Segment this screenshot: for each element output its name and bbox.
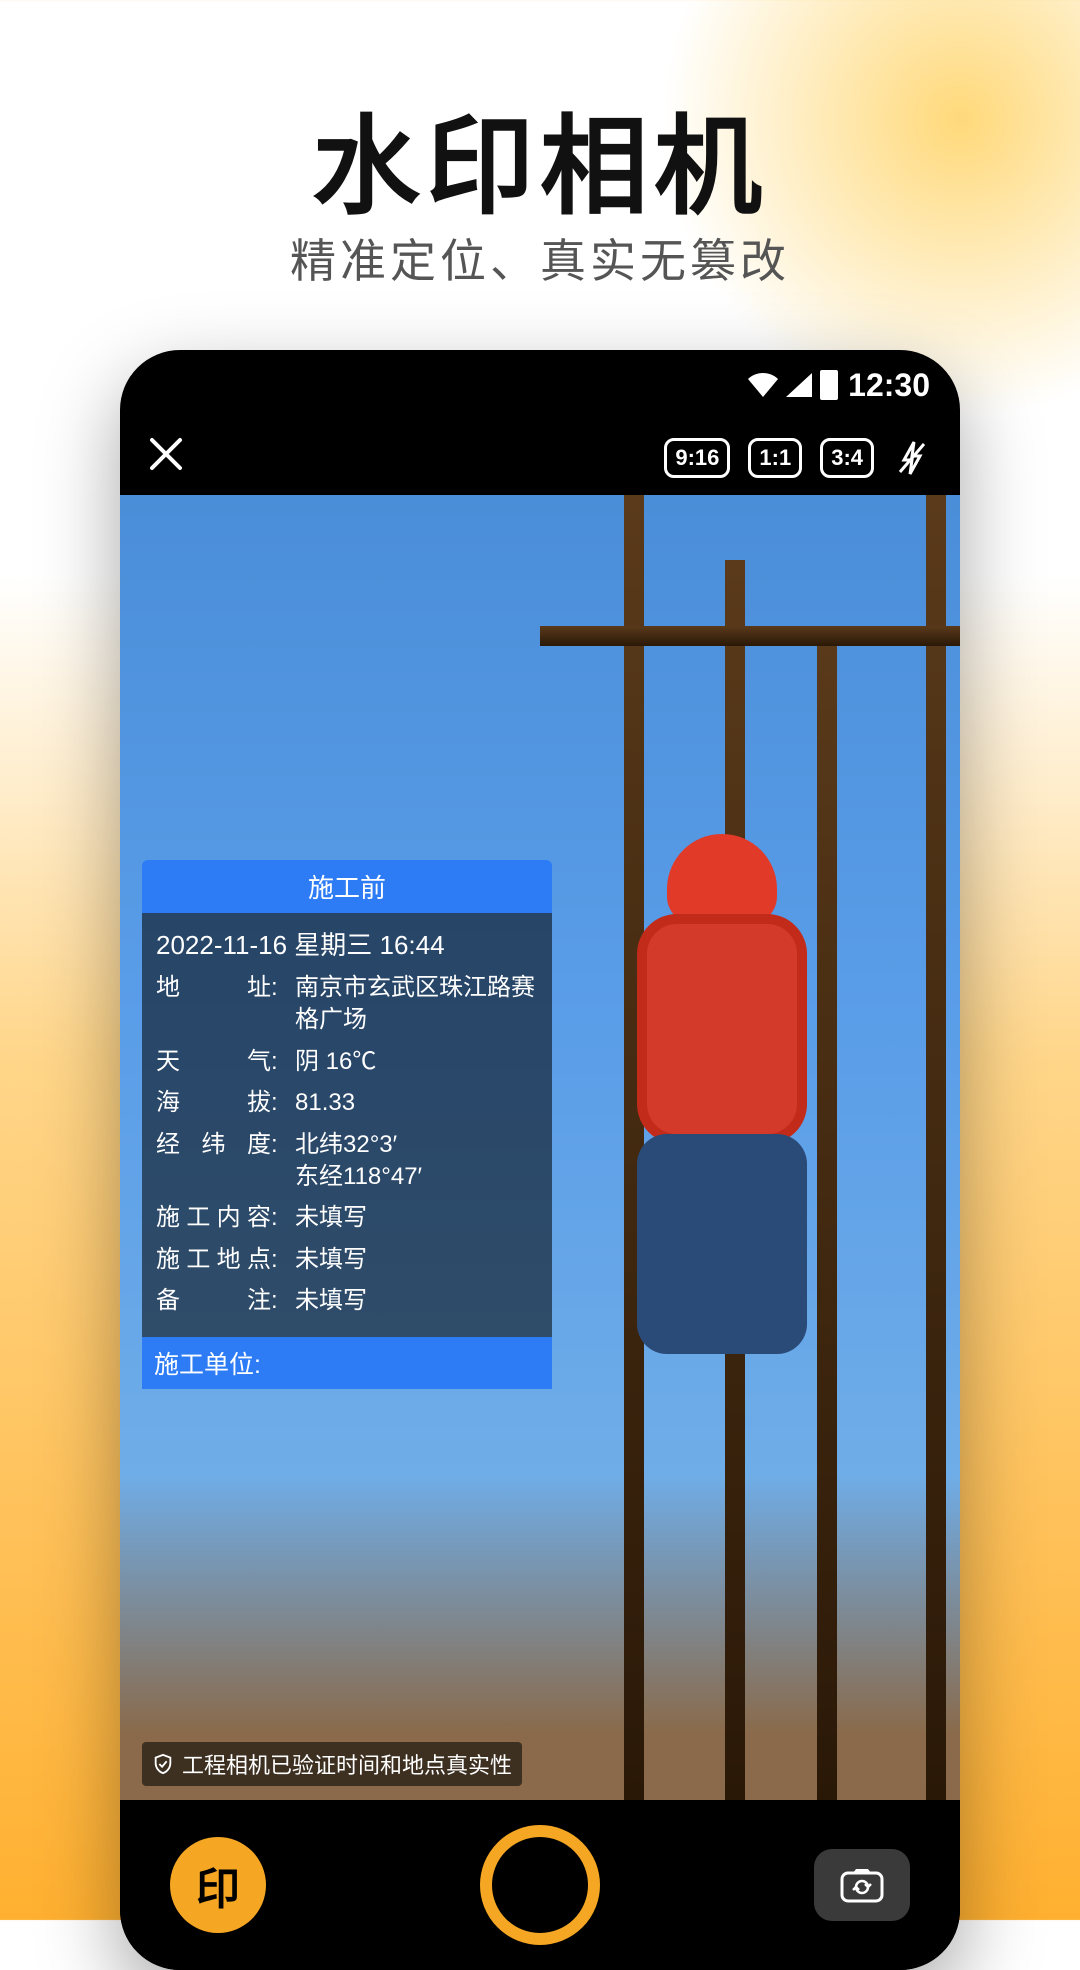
watermark-datetime: 2022-11-16 星期三 16:44	[156, 925, 538, 962]
watermark-row-address: 地 址 : 南京市玄武区珠江路赛格广场	[156, 972, 538, 1037]
status-time: 12:30	[848, 367, 930, 404]
camera-viewfinder[interactable]: 施工前 2022-11-16 星期三 16:44 地 址 : 南京市玄武区珠江路…	[120, 495, 960, 1800]
latlng-label: 经 纬 度	[156, 1129, 271, 1194]
camera-bottom-bar: 印	[120, 1800, 960, 1970]
address-label: 地 址	[156, 972, 271, 1037]
watermark-row-altitude: 海 拔 : 81.33	[156, 1087, 538, 1119]
altitude-value: 81.33	[295, 1087, 538, 1119]
switch-camera-icon	[838, 1865, 886, 1905]
hero-title: 水印相机	[0, 80, 1080, 236]
phone-mock: 12:30 9:16 1:1 3:4	[120, 350, 960, 1970]
watermark-row-place: 施工地点 : 未填写	[156, 1244, 538, 1276]
note-label: 备 注	[156, 1285, 271, 1317]
content-value: 未填写	[295, 1202, 538, 1234]
weather-value: 阴 16℃	[295, 1046, 538, 1078]
watermark-unit: 施工单位:	[142, 1337, 552, 1389]
verified-text: 工程相机已验证时间和地点真实性	[182, 1748, 512, 1780]
status-indicators	[748, 370, 838, 400]
ratio-9-16-button[interactable]: 9:16	[664, 438, 730, 478]
watermark-body: 2022-11-16 星期三 16:44 地 址 : 南京市玄武区珠江路赛格广场…	[142, 913, 552, 1337]
altitude-label: 海 拔	[156, 1087, 271, 1119]
stamp-label: 印	[196, 1853, 240, 1917]
verified-badge: 工程相机已验证时间和地点真实性	[142, 1742, 522, 1786]
hero-subtitle: 精准定位、真实无篡改	[0, 225, 1080, 291]
signal-icon	[786, 373, 812, 397]
flash-off-icon	[892, 438, 932, 478]
close-button[interactable]	[148, 433, 184, 483]
status-bar: 12:30	[120, 350, 960, 420]
watermark-stamp-button[interactable]: 印	[170, 1837, 266, 1933]
address-value: 南京市玄武区珠江路赛格广场	[295, 972, 538, 1037]
switch-camera-button[interactable]	[814, 1849, 910, 1921]
weather-label: 天 气	[156, 1046, 271, 1078]
place-value: 未填写	[295, 1244, 538, 1276]
shutter-button[interactable]	[480, 1825, 600, 1945]
watermark-row-note: 备 注 : 未填写	[156, 1285, 538, 1317]
wifi-icon	[748, 373, 778, 397]
topbar-right-group: 9:16 1:1 3:4	[664, 438, 932, 478]
close-icon	[148, 436, 184, 472]
note-value: 未填写	[295, 1285, 538, 1317]
watermark-panel[interactable]: 施工前 2022-11-16 星期三 16:44 地 址 : 南京市玄武区珠江路…	[142, 860, 552, 1389]
watermark-title: 施工前	[142, 860, 552, 913]
content-label: 施工内容	[156, 1202, 271, 1234]
place-label: 施工地点	[156, 1244, 271, 1276]
ratio-1-1-button[interactable]: 1:1	[748, 438, 802, 478]
camera-topbar: 9:16 1:1 3:4	[120, 420, 960, 495]
watermark-row-content: 施工内容 : 未填写	[156, 1202, 538, 1234]
watermark-row-latlng: 经 纬 度 : 北纬32°3′ 东经118°47′	[156, 1129, 538, 1194]
ratio-3-4-button[interactable]: 3:4	[820, 438, 874, 478]
shield-check-icon	[152, 1753, 174, 1775]
flash-off-button[interactable]	[892, 438, 932, 478]
latlng-value: 北纬32°3′ 东经118°47′	[295, 1129, 538, 1194]
watermark-row-weather: 天 气 : 阴 16℃	[156, 1046, 538, 1078]
battery-icon	[820, 370, 838, 400]
